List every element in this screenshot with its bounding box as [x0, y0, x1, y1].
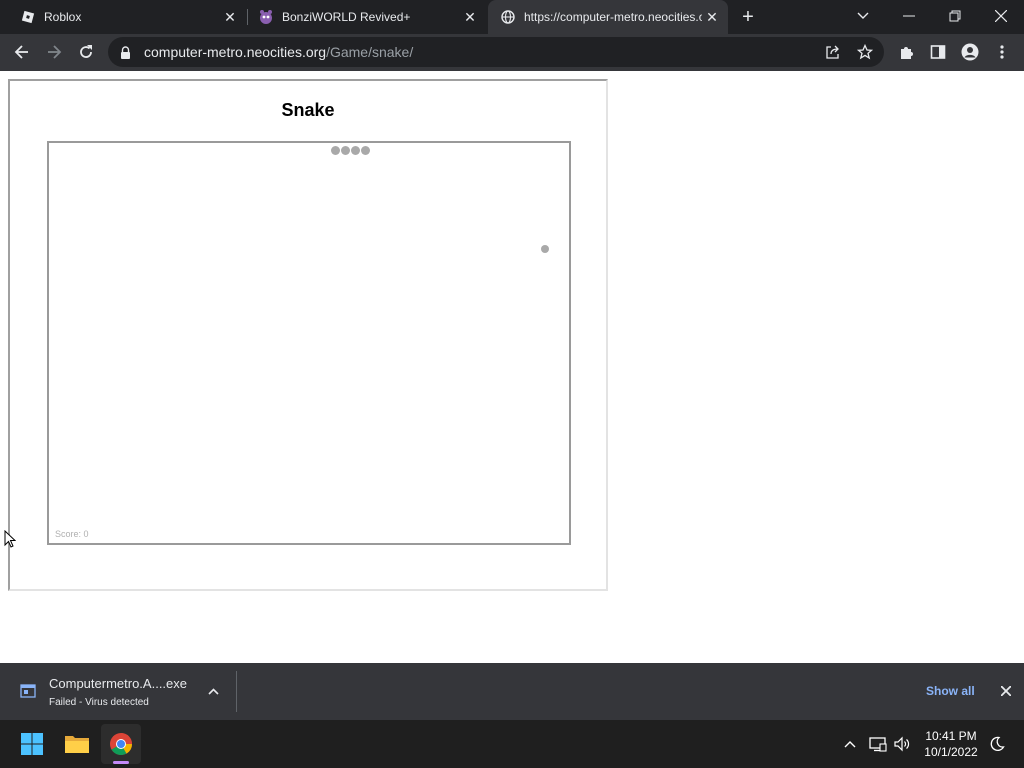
food-pellet — [541, 245, 549, 253]
chrome-icon[interactable] — [101, 724, 141, 764]
snake-segment — [331, 146, 340, 155]
tab-snake[interactable]: https://computer-metro.neocities.org/Gam… — [488, 0, 728, 34]
show-all-downloads-link[interactable]: Show all — [926, 684, 975, 698]
file-explorer-icon[interactable] — [57, 724, 97, 764]
tab-title: https://computer-metro.neocities.org/Gam… — [524, 10, 702, 24]
start-icon[interactable] — [12, 724, 52, 764]
share-icon[interactable] — [824, 43, 842, 61]
close-tab-icon[interactable]: ✕ — [702, 7, 722, 27]
extensions-icon[interactable] — [896, 42, 916, 62]
bonzi-icon — [258, 9, 274, 25]
clock-date: 10/1/2022 — [924, 745, 978, 759]
tab-title: BonziWORLD Revived+ — [282, 10, 411, 24]
tab-roblox[interactable]: Roblox ✕ — [0, 0, 246, 34]
game-board[interactable]: Score: 0 — [47, 141, 571, 545]
active-app-indicator — [113, 761, 129, 764]
reload-button[interactable] — [72, 38, 100, 66]
snake-segment — [351, 146, 360, 155]
minimize-button[interactable] — [886, 0, 932, 32]
browser-toolbar: computer-metro.neocities.org/Game/snake/ — [0, 34, 1024, 71]
volume-icon[interactable] — [892, 734, 912, 754]
tab-strip: Roblox ✕ BonziWORLD Revived+ ✕ https://c… — [0, 0, 1024, 34]
back-button[interactable] — [8, 38, 36, 66]
snake-head — [361, 146, 370, 155]
download-status: Failed - Virus detected — [49, 697, 149, 708]
download-filename: Computermetro.A....exe — [49, 676, 187, 691]
download-divider — [236, 671, 237, 712]
tab-search-icon[interactable] — [840, 0, 886, 32]
forward-button[interactable] — [40, 38, 68, 66]
restore-button[interactable] — [932, 0, 978, 32]
close-tab-icon[interactable]: ✕ — [220, 7, 240, 27]
menu-icon[interactable] — [992, 42, 1012, 62]
focus-assist-moon-icon[interactable] — [987, 734, 1007, 754]
tab-bonziworld[interactable]: BonziWORLD Revived+ ✕ — [238, 0, 486, 34]
score-label: Score: 0 — [55, 529, 89, 539]
globe-icon — [500, 9, 516, 25]
file-icon — [20, 684, 36, 698]
chevron-up-icon[interactable] — [840, 734, 860, 754]
url-host: computer-metro.neocities.org — [144, 44, 327, 60]
download-item[interactable]: Computermetro.A....exe Failed - Virus de… — [0, 663, 236, 720]
profile-icon[interactable] — [960, 42, 980, 62]
bookmark-star-icon[interactable] — [856, 43, 874, 61]
tab-title: Roblox — [44, 10, 82, 24]
page-title: Snake — [281, 100, 335, 120]
game-frame: Snake Score: 0 — [8, 79, 608, 591]
chevron-up-icon[interactable] — [205, 683, 221, 699]
close-tab-icon[interactable]: ✕ — [460, 7, 480, 27]
roblox-icon — [20, 9, 36, 25]
lock-icon[interactable] — [120, 45, 134, 59]
taskbar: 10:41 PM 10/1/2022 — [0, 720, 1024, 768]
close-download-bar-icon[interactable] — [998, 683, 1014, 699]
close-window-button[interactable] — [978, 0, 1024, 32]
url-text: computer-metro.neocities.org/Game/snake/ — [144, 44, 413, 60]
url-path: /Game/snake/ — [326, 44, 414, 60]
snake-segment — [341, 146, 350, 155]
address-bar[interactable]: computer-metro.neocities.org/Game/snake/ — [108, 37, 884, 67]
mouse-cursor-icon — [4, 529, 17, 553]
page-content: Snake Score: 0 — [0, 71, 1024, 663]
download-bar: Computermetro.A....exe Failed - Virus de… — [0, 663, 1024, 720]
network-icon[interactable] — [868, 734, 888, 754]
system-clock[interactable]: 10:41 PM 10/1/2022 — [920, 728, 982, 760]
side-panel-icon[interactable] — [928, 42, 948, 62]
clock-time: 10:41 PM — [925, 729, 977, 743]
new-tab-button[interactable]: + — [736, 5, 760, 29]
